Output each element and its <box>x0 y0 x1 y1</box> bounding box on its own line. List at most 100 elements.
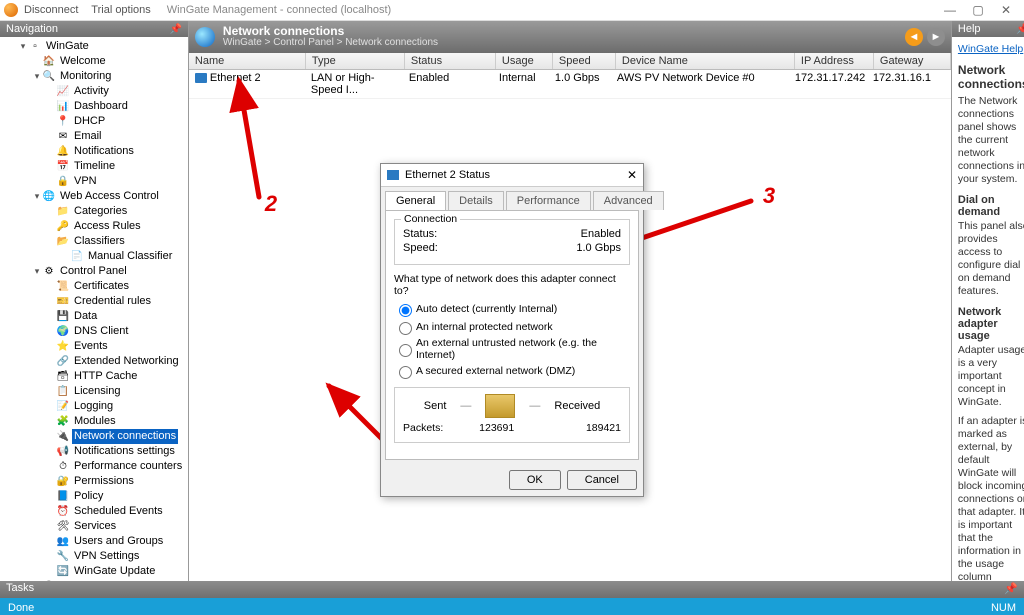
adapter-row[interactable]: Ethernet 2 LAN or High-Speed I... Enable… <box>189 70 951 99</box>
tree-item-control-panel[interactable]: ▾⚙Control Panel <box>32 264 188 279</box>
tree-item-notifications-settings[interactable]: 📢Notifications settings <box>46 444 188 459</box>
help-text: If an adapter is marked as external, by … <box>958 415 1024 581</box>
col-ip: IP Address <box>795 53 874 69</box>
tree-item-web-access-control[interactable]: ▾🌐Web Access Control <box>32 189 188 204</box>
tree-icon: 📘 <box>56 490 70 504</box>
radio-internal[interactable]: An internal protected network <box>394 319 630 335</box>
tree-icon: 🧩 <box>56 415 70 429</box>
cancel-button[interactable]: Cancel <box>567 470 637 490</box>
tree-item-access-rules[interactable]: 🔑Access Rules <box>46 219 188 234</box>
tree-label: Welcome <box>58 54 108 69</box>
tree-item-certificates[interactable]: 📜Certificates <box>46 279 188 294</box>
navigation-tree[interactable]: ▾▫WinGate🏠Welcome▾🔍Monitoring📈Activity📊D… <box>0 37 188 581</box>
tree-item-welcome[interactable]: 🏠Welcome <box>32 54 188 69</box>
tab-details[interactable]: Details <box>448 191 504 210</box>
navigation-header: Navigation📌 <box>0 21 188 37</box>
tree-item-services[interactable]: 🛠Services <box>46 519 188 534</box>
tree-item-manual-classifier[interactable]: 📄Manual Classifier <box>60 249 188 264</box>
tree-icon: 🔄 <box>56 565 70 579</box>
status-bar: Done NUM <box>0 598 1024 615</box>
tree-icon: 📂 <box>56 235 70 249</box>
tree-label: Data <box>72 309 99 324</box>
tree-item-vpn-settings[interactable]: 🔧VPN Settings <box>46 549 188 564</box>
nav-forward-button[interactable]: ► <box>927 28 945 46</box>
tree-item-http-cache[interactable]: 🗃HTTP Cache <box>46 369 188 384</box>
pin-icon[interactable]: 📌 <box>1016 24 1024 35</box>
tree-icon: 📁 <box>56 205 70 219</box>
radio-dmz[interactable]: A secured external network (DMZ) <box>394 363 630 379</box>
tree-item-permissions[interactable]: 🔐Permissions <box>46 474 188 489</box>
minimize-button[interactable]: — <box>936 3 964 17</box>
tree-icon: 🌐 <box>42 190 56 204</box>
trial-options-link[interactable]: Trial options <box>91 4 151 16</box>
tree-label: Utilities <box>58 579 97 581</box>
tree-item-policy[interactable]: 📘Policy <box>46 489 188 504</box>
tree-label: Users and Groups <box>72 534 165 549</box>
maximize-button[interactable]: ▢ <box>964 3 992 17</box>
tree-item-dns-client[interactable]: 🌍DNS Client <box>46 324 188 339</box>
wingate-help-link[interactable]: WinGate Help <box>958 43 1023 55</box>
network-type-question: What type of network does this adapter c… <box>394 273 630 297</box>
tree-item-performance-counters[interactable]: ⏱Performance counters <box>46 459 188 474</box>
tree-icon: 📈 <box>56 85 70 99</box>
tree-item-vpn[interactable]: 🔒VPN <box>46 174 188 189</box>
tree-item-utilities[interactable]: ▾🧰Utilities <box>32 579 188 581</box>
tree-item-dhcp[interactable]: 📍DHCP <box>46 114 188 129</box>
disconnect-link[interactable]: Disconnect <box>24 4 78 16</box>
connection-group: Connection Status:Enabled Speed:1.0 Gbps <box>394 219 630 265</box>
tree-item-extended-networking[interactable]: 🔗Extended Networking <box>46 354 188 369</box>
pin-icon[interactable]: 📌 <box>169 24 181 35</box>
radio-auto-detect[interactable]: Auto detect (currently Internal) <box>394 301 630 317</box>
ok-button[interactable]: OK <box>509 470 561 490</box>
close-icon[interactable]: ✕ <box>627 168 637 182</box>
status-num: NUM <box>991 602 1016 614</box>
content-header: Network connections WinGate > Control Pa… <box>189 21 951 53</box>
dialog-titlebar[interactable]: Ethernet 2 Status ✕ <box>381 164 643 187</box>
tab-general[interactable]: General <box>385 191 446 210</box>
tree-icon: 🎫 <box>56 295 70 309</box>
tree-item-wingate-update[interactable]: 🔄WinGate Update <box>46 564 188 579</box>
tree-item-users-and-groups[interactable]: 👥Users and Groups <box>46 534 188 549</box>
col-name: Name <box>189 53 306 69</box>
tab-performance[interactable]: Performance <box>506 191 591 210</box>
tree-item-timeline[interactable]: 📅Timeline <box>46 159 188 174</box>
tree-label: HTTP Cache <box>72 369 139 384</box>
tree-item-scheduled-events[interactable]: ⏰Scheduled Events <box>46 504 188 519</box>
app-orb-icon <box>4 3 18 17</box>
radio-external[interactable]: An external untrusted network (e.g. the … <box>394 337 630 361</box>
breadcrumb[interactable]: WinGate > Control Panel > Network connec… <box>223 37 438 49</box>
tree-item-email[interactable]: ✉Email <box>46 129 188 144</box>
help-text: The Network connections panel shows the … <box>958 95 1024 186</box>
tree-icon: 📍 <box>56 115 70 129</box>
help-panel: Help📌 WinGate Help Network connections T… <box>951 21 1024 581</box>
adapter-status-dialog: Ethernet 2 Status ✕ General Details Perf… <box>380 163 644 497</box>
tree-item-classifiers[interactable]: 📂Classifiers <box>46 234 188 249</box>
tree-item-events[interactable]: ⭐Events <box>46 339 188 354</box>
tree-item-licensing[interactable]: 📋Licensing <box>46 384 188 399</box>
tree-icon: 🔑 <box>56 220 70 234</box>
tree-item-notifications[interactable]: 🔔Notifications <box>46 144 188 159</box>
navigation-panel: Navigation📌 ▾▫WinGate🏠Welcome▾🔍Monitorin… <box>0 21 189 581</box>
tree-item-activity[interactable]: 📈Activity <box>46 84 188 99</box>
tree-item-wingate[interactable]: ▾▫WinGate <box>18 39 188 54</box>
tree-item-categories[interactable]: 📁Categories <box>46 204 188 219</box>
tree-item-monitoring[interactable]: ▾🔍Monitoring <box>32 69 188 84</box>
pin-icon[interactable]: 📌 <box>1004 582 1018 597</box>
tab-advanced[interactable]: Advanced <box>593 191 664 210</box>
annotation-2: 2 <box>265 191 277 217</box>
adapter-icon <box>195 73 207 83</box>
close-button[interactable]: ✕ <box>992 3 1020 17</box>
tree-label: WinGate <box>44 39 91 54</box>
tree-item-network-connections[interactable]: 🔌Network connections <box>46 429 188 444</box>
tasks-bar[interactable]: Tasks📌 <box>0 581 1024 598</box>
tree-label: Performance counters <box>72 459 184 474</box>
tree-item-credential-rules[interactable]: 🎫Credential rules <box>46 294 188 309</box>
tree-item-logging[interactable]: 📝Logging <box>46 399 188 414</box>
tree-item-data[interactable]: 💾Data <box>46 309 188 324</box>
nav-back-button[interactable]: ◄ <box>905 28 923 46</box>
grid-header[interactable]: Name Type Status Usage Speed Device Name… <box>189 53 951 70</box>
tree-item-dashboard[interactable]: 📊Dashboard <box>46 99 188 114</box>
status-left: Done <box>8 602 34 614</box>
tree-label: Activity <box>72 84 111 99</box>
tree-item-modules[interactable]: 🧩Modules <box>46 414 188 429</box>
